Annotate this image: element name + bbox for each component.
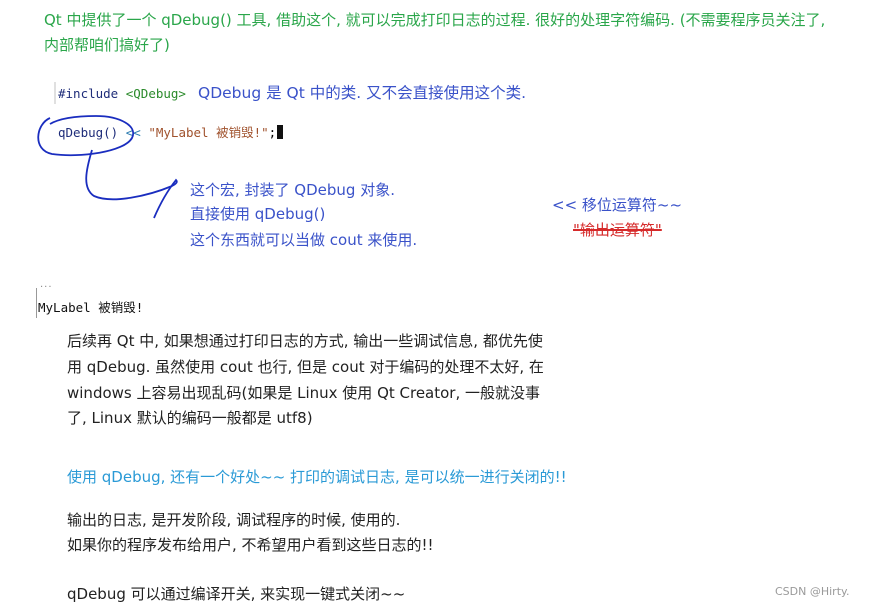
macro-note-line-1: 这个宏, 封装了 QDebug 对象. bbox=[190, 181, 395, 199]
para1-line-2: 用 qDebug. 虽然使用 cout 也行, 但是 cout 对于编码的处理不… bbox=[67, 358, 544, 376]
code-gutter bbox=[54, 82, 56, 104]
intro-line-2: 内部帮咱们搞好了) bbox=[44, 36, 170, 54]
include-line: #include <QDebug> bbox=[58, 86, 186, 101]
console-edge bbox=[36, 288, 37, 318]
include-note: QDebug 是 Qt 中的类. 又不会直接使用这个类. bbox=[198, 84, 527, 102]
para3: qDebug 可以通过编译开关, 来实现一键式关闭~~ bbox=[67, 585, 406, 603]
console-ellipsis: ··· bbox=[40, 282, 53, 293]
macro-note-line-2: 直接使用 qDebug() bbox=[190, 205, 326, 223]
qdebug-call-line: qDebug() << "MyLabel 被销毁!"; bbox=[58, 122, 284, 141]
statement-terminator: ; bbox=[268, 125, 277, 140]
para1-line-1: 后续再 Qt 中, 如果想通过打印日志的方式, 输出一些调试信息, 都优先使 bbox=[67, 332, 543, 350]
qdebug-function: qDebug() bbox=[58, 125, 119, 140]
shift-operator-note: << 移位运算符~~ bbox=[552, 196, 683, 214]
stream-operator: << bbox=[125, 125, 141, 140]
text-cursor bbox=[277, 125, 284, 139]
include-keyword: #include bbox=[58, 86, 119, 101]
para2-line-2: 如果你的程序发布给用户, 不希望用户看到这些日志的!! bbox=[67, 536, 434, 554]
macro-note-line-3: 这个东西就可以当做 cout 来使用. bbox=[190, 231, 418, 249]
highlight-note: 使用 qDebug, 还有一个好处~~ 打印的调试日志, 是可以统一进行关闭的!… bbox=[67, 468, 567, 486]
para1-line-3: windows 上容易出现乱码(如果是 Linux 使用 Qt Creator,… bbox=[67, 384, 541, 402]
intro-line-1: Qt 中提供了一个 qDebug() 工具, 借助这个, 就可以完成打印日志的过… bbox=[44, 11, 826, 29]
message-string: "MyLabel 被销毁!" bbox=[148, 125, 269, 140]
para2-line-1: 输出的日志, 是开发阶段, 调试程序的时候, 使用的. bbox=[67, 511, 401, 529]
include-header: <QDebug> bbox=[125, 86, 186, 101]
csdn-watermark: CSDN @Hirty. bbox=[775, 585, 850, 598]
connector-stroke bbox=[85, 149, 178, 219]
output-operator-note: "输出运算符" bbox=[573, 221, 662, 239]
para1-line-4: 了, Linux 默认的编码一般都是 utf8) bbox=[67, 409, 313, 427]
console-output: MyLabel 被销毁! bbox=[38, 300, 144, 315]
